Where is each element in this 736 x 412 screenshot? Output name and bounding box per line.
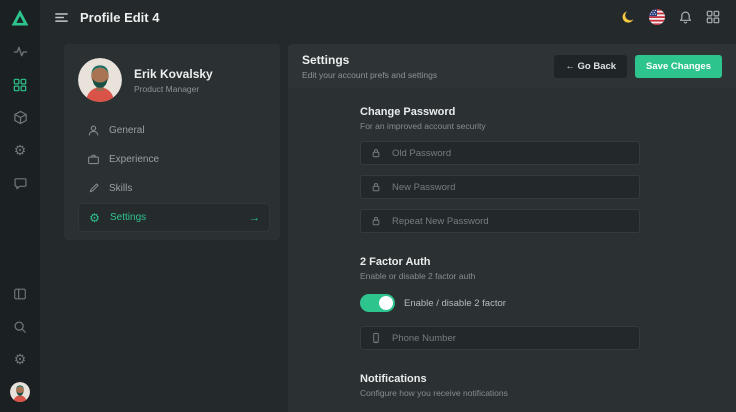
profile-menu: General Experience Skills ⚙ Settings → bbox=[78, 116, 270, 232]
profile-head: Erik Kovalsky Product Manager bbox=[78, 58, 270, 102]
dark-mode-moon-icon[interactable] bbox=[621, 10, 636, 25]
toggle-knob bbox=[379, 296, 393, 310]
new-password-field[interactable] bbox=[360, 175, 640, 199]
gear-icon: ⚙ bbox=[88, 211, 101, 225]
menu-item-label: Experience bbox=[109, 154, 159, 165]
two-factor-toggle-label: Enable / disable 2 factor bbox=[404, 298, 506, 309]
section-heading: 2 Factor Auth bbox=[360, 256, 736, 268]
icon-rail: ⚙ ⚙ bbox=[0, 0, 40, 412]
profile-card: Erik Kovalsky Product Manager General Ex… bbox=[64, 44, 280, 240]
settings-title-block: Settings Edit your account prefs and set… bbox=[302, 53, 437, 80]
lock-icon bbox=[370, 147, 382, 159]
go-back-button[interactable]: ← Go Back bbox=[554, 55, 627, 78]
profile-role: Product Manager bbox=[134, 84, 213, 94]
package-icon[interactable] bbox=[0, 101, 40, 134]
page-title: Profile Edit 4 bbox=[80, 10, 159, 25]
old-password-field[interactable] bbox=[360, 141, 640, 165]
section-subheading: For an improved account security bbox=[360, 121, 736, 131]
profile-name: Erik Kovalsky bbox=[134, 67, 213, 81]
settings-header-actions: ← Go Back Save Changes bbox=[554, 55, 722, 78]
change-password-section: Change Password For an improved account … bbox=[360, 106, 736, 233]
pen-icon bbox=[87, 182, 100, 195]
menu-item-label: Skills bbox=[109, 183, 132, 194]
notifications-section: Notifications Configure how you receive … bbox=[360, 373, 736, 398]
topbar: Profile Edit 4 bbox=[40, 0, 736, 34]
two-factor-toggle[interactable] bbox=[360, 294, 395, 312]
section-subheading: Enable or disable 2 factor auth bbox=[360, 271, 736, 281]
menu-item-label: General bbox=[109, 125, 145, 136]
repeat-password-input[interactable] bbox=[390, 215, 630, 228]
lock-icon bbox=[370, 181, 382, 193]
settings-form: Change Password For an improved account … bbox=[288, 88, 736, 398]
search-icon[interactable] bbox=[0, 310, 40, 343]
briefcase-icon bbox=[87, 153, 100, 166]
menu-hamburger-icon[interactable] bbox=[54, 10, 69, 25]
menu-item-general[interactable]: General bbox=[78, 116, 270, 145]
person-icon bbox=[87, 124, 100, 137]
menu-item-settings[interactable]: ⚙ Settings → bbox=[78, 203, 270, 232]
arrow-right-icon: → bbox=[249, 212, 260, 224]
settings-panel-header: Settings Edit your account prefs and set… bbox=[288, 44, 736, 88]
notifications-bell-icon[interactable] bbox=[678, 10, 693, 25]
old-password-input[interactable] bbox=[390, 147, 630, 160]
chat-icon[interactable] bbox=[0, 167, 40, 200]
app-logo-icon[interactable] bbox=[9, 7, 31, 29]
repeat-password-field[interactable] bbox=[360, 209, 640, 233]
dashboard-grid-icon[interactable] bbox=[0, 68, 40, 101]
settings-gear-icon[interactable]: ⚙ bbox=[0, 343, 40, 376]
gear-icon[interactable]: ⚙ bbox=[0, 134, 40, 167]
two-factor-section: 2 Factor Auth Enable or disable 2 factor… bbox=[360, 256, 736, 350]
settings-subtitle: Edit your account prefs and settings bbox=[302, 70, 437, 80]
lock-icon bbox=[370, 215, 382, 227]
section-heading: Notifications bbox=[360, 373, 736, 385]
settings-title: Settings bbox=[302, 53, 437, 67]
settings-panel: Settings Edit your account prefs and set… bbox=[288, 44, 736, 412]
activity-icon[interactable] bbox=[0, 35, 40, 68]
phone-number-field[interactable] bbox=[360, 326, 640, 350]
user-avatar-small[interactable] bbox=[10, 382, 30, 402]
save-changes-button[interactable]: Save Changes bbox=[635, 55, 722, 78]
menu-item-label: Settings bbox=[110, 212, 146, 223]
section-heading: Change Password bbox=[360, 106, 736, 118]
topbar-actions bbox=[621, 9, 736, 25]
profile-avatar[interactable] bbox=[78, 58, 122, 102]
two-factor-toggle-row: Enable / disable 2 factor bbox=[360, 294, 736, 312]
panels-icon[interactable] bbox=[0, 277, 40, 310]
language-flag-icon[interactable] bbox=[649, 9, 665, 25]
section-subheading: Configure how you receive notifications bbox=[360, 388, 736, 398]
phone-number-input[interactable] bbox=[390, 332, 630, 345]
apps-grid-icon[interactable] bbox=[706, 10, 720, 24]
new-password-input[interactable] bbox=[390, 181, 630, 194]
profile-identity: Erik Kovalsky Product Manager bbox=[134, 67, 213, 94]
menu-item-experience[interactable]: Experience bbox=[78, 145, 270, 174]
phone-icon bbox=[370, 332, 382, 344]
menu-item-skills[interactable]: Skills bbox=[78, 174, 270, 203]
